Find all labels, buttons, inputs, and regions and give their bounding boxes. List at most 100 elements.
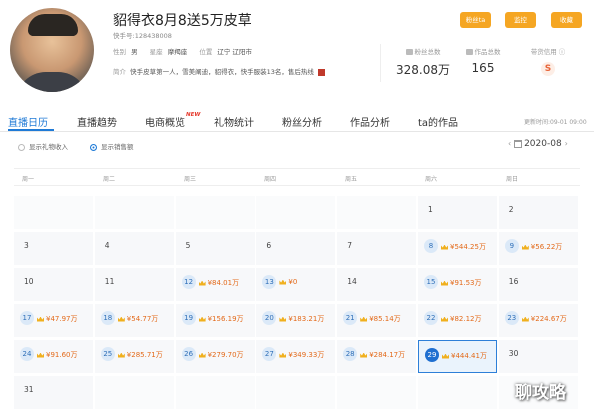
calendar-day-cell[interactable]: 29 ¥444.41万 xyxy=(418,340,497,373)
sales-amount-text: ¥279.70万 xyxy=(207,351,244,359)
sales-amount-text: ¥285.71万 xyxy=(126,351,163,359)
crown-icon xyxy=(117,316,125,322)
calendar-day-cell[interactable]: 14 xyxy=(337,268,417,301)
calendar-day-number: 10 xyxy=(24,277,34,286)
calendar-day-cell[interactable]: 3 xyxy=(14,232,93,265)
sales-amount-text: ¥91.60万 xyxy=(46,351,78,359)
tab-bar: 直播日历 直播趋势 电商概览 礼物统计 粉丝分析 作品分析 ta的作品 xyxy=(0,110,594,132)
calendar-day-number: 16 xyxy=(508,277,519,286)
sales-amount: ¥91.53万 xyxy=(441,278,482,288)
next-month-icon[interactable]: › xyxy=(565,139,568,148)
calendar-day-cell[interactable]: 16 xyxy=(498,268,578,301)
tab-live-trend[interactable]: 直播趋势 xyxy=(77,114,117,129)
crown-icon xyxy=(360,316,368,322)
collect-button[interactable]: 收藏 xyxy=(551,12,582,28)
sales-amount: ¥156.19万 xyxy=(198,314,244,324)
radio-on-icon[interactable] xyxy=(90,143,97,151)
calendar-day-number: 4 xyxy=(104,241,110,250)
tab-ecommerce-overview[interactable]: 电商概览 xyxy=(145,114,185,129)
weekday: 周三 xyxy=(184,176,197,183)
calendar-day-cell[interactable]: 24 ¥91.60万 xyxy=(14,340,93,373)
avatar-shirt xyxy=(16,72,88,92)
calendar-day-cell[interactable]: 5 xyxy=(175,232,255,265)
calendar-day-number: 2 xyxy=(508,205,514,214)
calendar-day-cell[interactable]: 20 ¥183.21万 xyxy=(256,304,336,337)
calendar-day-cell[interactable]: 26 ¥279.70万 xyxy=(175,340,255,373)
help-icon: ⓘ xyxy=(558,48,566,56)
crown-icon xyxy=(360,352,368,358)
calendar-day-cell[interactable]: 4 xyxy=(94,232,174,265)
calendar-day-cell[interactable]: 12 ¥84.01万 xyxy=(175,268,255,301)
calendar-day-cell[interactable]: 6 xyxy=(256,232,336,265)
calendar-day-cell[interactable]: 1 xyxy=(418,196,497,229)
kuaishou-id: 快手号:128438008 xyxy=(113,32,172,40)
intro-label: 简介 xyxy=(113,68,126,76)
calendar-day-number: 25 xyxy=(100,347,115,361)
calendar-day-cell[interactable]: 18 ¥54.77万 xyxy=(94,304,174,337)
sales-amount-text: ¥349.33万 xyxy=(288,351,325,359)
monitor-button[interactable]: 监控 xyxy=(505,12,536,28)
calendar-day-number: 26 xyxy=(181,347,196,361)
calendar-day-number: 21 xyxy=(343,311,358,325)
stat-credit: 带货信用 ⓘ S xyxy=(520,46,576,82)
calendar-day-cell[interactable]: 15 ¥91.53万 xyxy=(418,268,497,301)
calendar-day-cell[interactable]: 17 ¥47.97万 xyxy=(14,304,93,337)
calendar-day-number: 30 xyxy=(508,349,519,358)
calendar-day-cell[interactable]: 27 ¥349.33万 xyxy=(256,340,336,373)
calendar-day-cell[interactable]: 2 xyxy=(498,196,578,229)
calendar-day-cell[interactable]: 21 ¥85.14万 xyxy=(337,304,417,337)
calendar-day-cell[interactable]: 11 xyxy=(94,268,174,301)
month-picker[interactable]: ‹ 2020-08 › xyxy=(508,139,568,149)
sales-amount: ¥0 xyxy=(279,278,297,286)
calendar-day-cell[interactable]: 25 ¥285.71万 xyxy=(94,340,174,373)
calendar-icon xyxy=(514,139,523,148)
filter-sales[interactable]: 显示销售额 xyxy=(90,141,134,151)
tab-gift-stats[interactable]: 礼物统计 xyxy=(214,114,254,129)
avatar-hair xyxy=(28,14,78,36)
crown-icon xyxy=(441,280,448,286)
streamer-profile-page: 貂得衣8月8送5万皮草 快手号:128438008 性别 男 星座 摩羯座 位置… xyxy=(0,0,594,415)
crown-icon xyxy=(279,316,287,322)
calendar-day-number: 17 xyxy=(20,311,34,325)
calendar-day-cell[interactable]: 23 ¥224.67万 xyxy=(498,304,578,337)
calendar-day-cell[interactable]: 13 ¥0 xyxy=(256,268,336,301)
calendar-day-number: 24 xyxy=(20,347,34,361)
sales-amount-text: ¥84.01万 xyxy=(207,279,240,287)
calendar-day-cell[interactable]: 19 ¥156.19万 xyxy=(175,304,255,337)
prev-month-icon[interactable]: ‹ xyxy=(508,139,511,148)
calendar-day-number: 31 xyxy=(24,385,34,394)
calendar-day-cell[interactable]: 10 xyxy=(14,268,93,301)
calendar-day-cell[interactable]: 31 xyxy=(14,376,93,409)
profile-intro: 简介 快手皮草第一人，雪美阐迪，貂得衣，快手服装13名，售后热线 xyxy=(113,66,325,76)
new-badge: NEW xyxy=(186,112,201,118)
sales-amount: ¥444.41万 xyxy=(442,351,487,361)
sales-amount-text: ¥544.25万 xyxy=(450,243,486,251)
sales-amount-text: ¥82.12万 xyxy=(450,315,482,323)
fans-ta-button[interactable]: 粉丝ta xyxy=(460,12,491,28)
crown-icon xyxy=(37,316,44,322)
sales-amount: ¥285.71万 xyxy=(117,350,163,360)
calendar-day-cell[interactable]: 30 xyxy=(498,340,578,373)
sales-amount: ¥84.01万 xyxy=(198,278,240,288)
sales-amount-text: ¥0 xyxy=(288,278,298,286)
sales-amount-text: ¥85.14万 xyxy=(369,315,401,323)
calendar-day-number: 9 xyxy=(504,239,519,253)
calendar-day-cell[interactable]: 9 ¥56.22万 xyxy=(498,232,578,265)
tab-ta-works[interactable]: ta的作品 xyxy=(418,114,458,129)
calendar-day-cell[interactable]: 7 xyxy=(337,232,417,265)
tab-live-calendar[interactable]: 直播日历 xyxy=(8,114,48,129)
calendar-day-cell[interactable]: 22 ¥82.12万 xyxy=(418,304,497,337)
tab-works-analysis[interactable]: 作品分析 xyxy=(350,114,390,129)
calendar-empty-cell xyxy=(418,376,497,409)
weekday: 周五 xyxy=(345,176,358,183)
tab-fans-analysis[interactable]: 粉丝分析 xyxy=(282,114,322,129)
calendar-day-cell[interactable]: 8 ¥544.25万 xyxy=(418,232,497,265)
filter-gift-income[interactable]: 显示礼物收入 xyxy=(18,141,68,151)
sales-amount: ¥54.77万 xyxy=(117,314,158,324)
radio-off-icon[interactable] xyxy=(18,143,25,151)
calendar-empty-cell xyxy=(175,196,255,229)
calendar-day-cell[interactable]: 28 ¥284.17万 xyxy=(337,340,417,373)
calendar-empty-cell xyxy=(175,376,255,409)
works-value: 165 xyxy=(471,61,495,75)
stat-works: 作品总数 165 xyxy=(457,46,509,82)
